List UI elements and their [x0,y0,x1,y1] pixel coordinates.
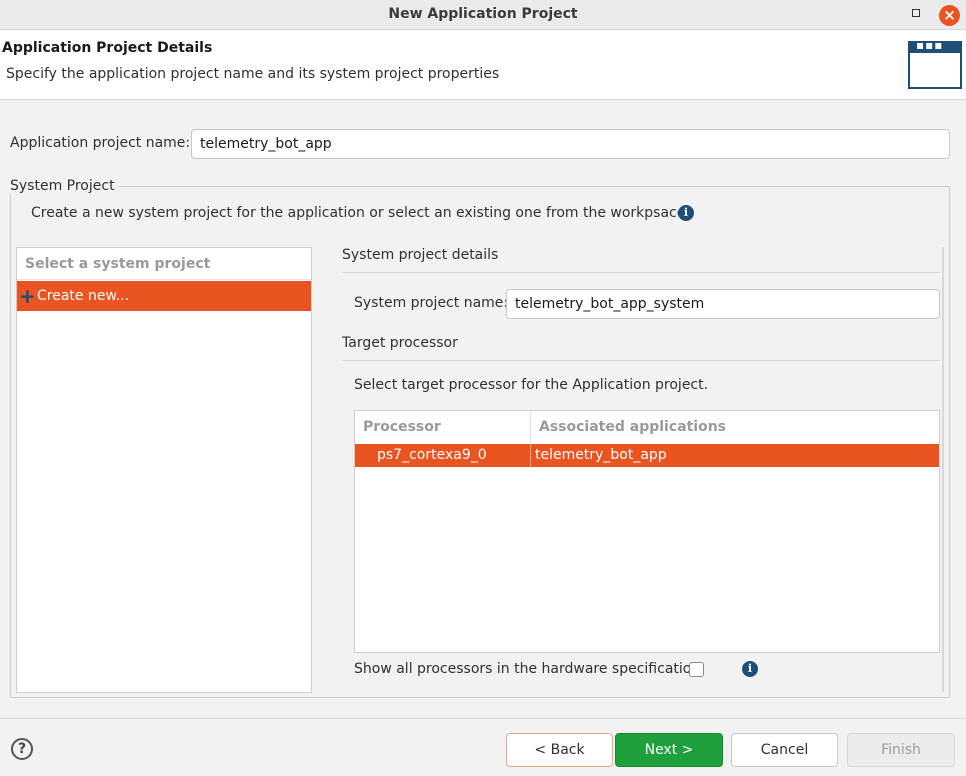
table-row[interactable]: ps7_cortexa9_0 telemetry_bot_app [355,444,939,467]
details-scrollbar[interactable] [942,247,944,692]
system-project-group-label: System Project [10,178,119,194]
footer-divider [0,718,966,719]
back-button[interactable]: < Back [506,733,613,767]
system-project-details-heading: System project details [342,247,499,263]
maximize-button[interactable] [906,5,926,25]
show-all-processors-checkbox[interactable] [689,662,704,677]
info-icon[interactable]: i [742,661,758,677]
close-button[interactable]: × [939,5,960,26]
target-processor-description: Select target processor for the Applicat… [354,377,709,393]
info-icon[interactable]: i [678,205,694,221]
processor-cell: ps7_cortexa9_0 [377,447,487,463]
app-project-name-label: Application project name: [10,135,191,151]
system-project-name-input[interactable]: telemetry_bot_app_system [506,289,940,319]
plus-icon: + [19,284,36,308]
system-project-list[interactable]: Select a system project + Create new... [16,247,312,693]
processor-table[interactable]: Processor Associated applications ps7_co… [354,410,940,653]
maximize-icon [912,9,920,17]
window-title: New Application Project [388,6,578,22]
finish-button[interactable]: Finish [847,733,955,767]
system-project-name-label: System project name: [354,295,509,311]
system-project-description: Create a new system project for the appl… [31,205,686,221]
wizard-header: Application Project Details Specify the … [0,30,966,100]
column-header-processor[interactable]: Processor [355,411,530,443]
app-project-name-input[interactable]: telemetry_bot_app [191,129,950,159]
cancel-button[interactable]: Cancel [731,733,838,767]
target-processor-heading: Target processor [342,335,458,351]
show-all-processors-label: Show all processors in the hardware spec… [354,661,701,677]
close-icon: × [943,6,956,24]
page-title: Application Project Details [2,40,213,56]
list-item-label: Create new... [37,288,129,304]
target-divider [342,360,940,361]
help-icon[interactable]: ? [11,738,33,760]
next-button[interactable]: Next > [615,733,723,767]
wizard-window-icon: ▪▪▪ [908,38,962,89]
associated-apps-cell: telemetry_bot_app [530,444,667,467]
system-project-list-header: Select a system project [17,248,311,280]
column-header-associated-applications[interactable]: Associated applications [530,411,941,443]
list-item-create-new[interactable]: + Create new... [17,281,311,311]
page-subtitle: Specify the application project name and… [6,66,500,82]
details-divider [342,272,940,273]
title-bar: New Application Project × [0,0,966,30]
